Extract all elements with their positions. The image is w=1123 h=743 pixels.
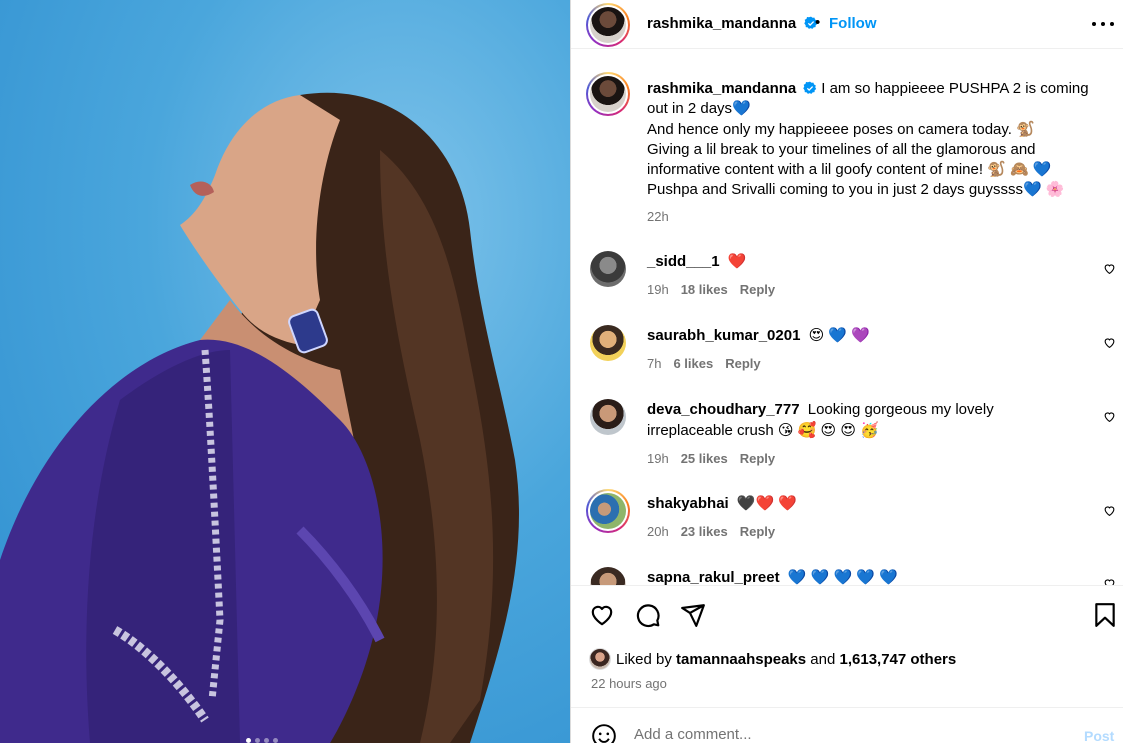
comment-content: ❤️	[727, 253, 747, 270]
comment-time[interactable]: 7h	[647, 356, 661, 371]
share-send-icon[interactable]	[680, 602, 706, 628]
comment-content: 🖤❤️ ❤️	[736, 495, 798, 512]
comment-time[interactable]: 20h	[647, 524, 669, 539]
post-image[interactable]	[0, 0, 570, 743]
comment-like-heart-icon[interactable]	[1103, 336, 1116, 349]
commenter-username[interactable]: _sidd___1	[647, 253, 720, 270]
commenter-avatar[interactable]	[590, 567, 626, 585]
comment-text: _sidd___1 ❤️	[647, 252, 1067, 273]
comment-meta: 7h 6 likes Reply	[647, 356, 761, 371]
commenter-username[interactable]: shakyabhai	[647, 495, 729, 512]
comment-text: saurabh_kumar_0201 😍 💙 💜	[647, 326, 1067, 347]
comment-likes[interactable]: 25 likes	[681, 451, 728, 466]
caption-timestamp[interactable]: 22h	[647, 209, 669, 224]
comment-text: deva_choudhary_777 Looking gorgeous my l…	[647, 400, 1067, 441]
post-photo-illustration	[0, 92, 519, 743]
comment-likes[interactable]: 23 likes	[681, 524, 728, 539]
caption-line-3: Giving a lil break to your timelines of …	[647, 140, 1052, 179]
post-timestamp[interactable]: 22 hours ago	[591, 676, 667, 691]
caption-username[interactable]: rashmika_mandanna	[647, 80, 796, 97]
liked-by-others[interactable]: 1,613,747 others	[840, 651, 957, 668]
add-comment-bar: Post	[571, 707, 1123, 743]
caption-line-4: Pushpa and Srivalli coming to you in jus…	[647, 181, 1065, 199]
author-username-link[interactable]: rashmika_mandanna	[647, 15, 818, 32]
commenter-username[interactable]: saurabh_kumar_0201	[647, 327, 800, 344]
commenter-username[interactable]: sapna_rakul_preet	[647, 569, 780, 585]
comment-meta: 19h 18 likes Reply	[647, 282, 775, 297]
comment-bubble-icon[interactable]	[635, 602, 661, 628]
comment-likes[interactable]: 18 likes	[681, 282, 728, 297]
reply-button[interactable]: Reply	[740, 524, 775, 539]
commenter-avatar[interactable]	[590, 251, 626, 287]
comments-list[interactable]: _sidd___1 ❤️ 19h 18 likes Reply saurabh_…	[571, 233, 1123, 585]
carousel-dots	[246, 738, 278, 743]
comment-text: sapna_rakul_preet 💙 💙 💙 💙 💙	[647, 568, 1067, 585]
commenter-avatar[interactable]	[586, 489, 630, 533]
liker-avatar[interactable]	[589, 648, 611, 670]
comment-meta: 20h 23 likes Reply	[647, 524, 775, 539]
comment-likes[interactable]: 6 likes	[673, 356, 713, 371]
author-avatar[interactable]	[586, 3, 630, 47]
comment-content: 💙 💙 💙 💙 💙	[787, 569, 898, 585]
post-detail-panel: rashmika_mandanna • Follow rashmika_mand…	[570, 0, 1123, 743]
liked-by-row: Liked by tamannaahspeaks and 1,613,747 o…	[589, 648, 956, 670]
reply-button[interactable]: Reply	[740, 282, 775, 297]
comment-time[interactable]: 19h	[647, 282, 669, 297]
post-comment-button[interactable]: Post	[1084, 728, 1114, 743]
commenter-avatar[interactable]	[590, 325, 626, 361]
like-heart-icon[interactable]	[589, 602, 615, 628]
comment-like-heart-icon[interactable]	[1103, 577, 1116, 585]
comment-like-heart-icon[interactable]	[1103, 262, 1116, 275]
liked-by-and: and	[810, 650, 836, 668]
post-actions: Liked by tamannaahspeaks and 1,613,747 o…	[571, 585, 1123, 743]
comment-meta: 19h 25 likes Reply	[647, 451, 775, 466]
caption-author-avatar[interactable]	[586, 72, 630, 116]
caption-line-2: And hence only my happieeee poses on cam…	[647, 120, 1035, 138]
post-header: rashmika_mandanna • Follow	[571, 0, 1123, 49]
comment-content: 😍 💙 💜	[808, 327, 870, 344]
comment-like-heart-icon[interactable]	[1103, 410, 1116, 423]
post-caption: rashmika_mandanna I am so happieeee PUSHP…	[647, 79, 1097, 201]
reply-button[interactable]: Reply	[725, 356, 760, 371]
author-username[interactable]: rashmika_mandanna	[647, 15, 796, 32]
caption-verified-badge-icon	[803, 81, 817, 94]
liked-by-prefix: Liked by	[616, 650, 672, 668]
commenter-avatar[interactable]	[590, 399, 626, 435]
save-bookmark-icon[interactable]	[1092, 602, 1118, 628]
follow-button[interactable]: Follow	[829, 15, 877, 32]
comment-text: shakyabhai 🖤❤️ ❤️	[647, 494, 1067, 515]
comment-like-heart-icon[interactable]	[1103, 504, 1116, 517]
reply-button[interactable]: Reply	[740, 451, 775, 466]
add-comment-input[interactable]	[634, 726, 1054, 743]
liked-by-user[interactable]: tamannaahspeaks	[676, 651, 806, 668]
more-options-icon[interactable]	[1092, 13, 1114, 35]
commenter-username[interactable]: deva_choudhary_777	[647, 401, 800, 418]
comment-time[interactable]: 19h	[647, 451, 669, 466]
header-separator-dot: •	[815, 14, 821, 31]
emoji-picker-icon[interactable]	[591, 723, 617, 743]
